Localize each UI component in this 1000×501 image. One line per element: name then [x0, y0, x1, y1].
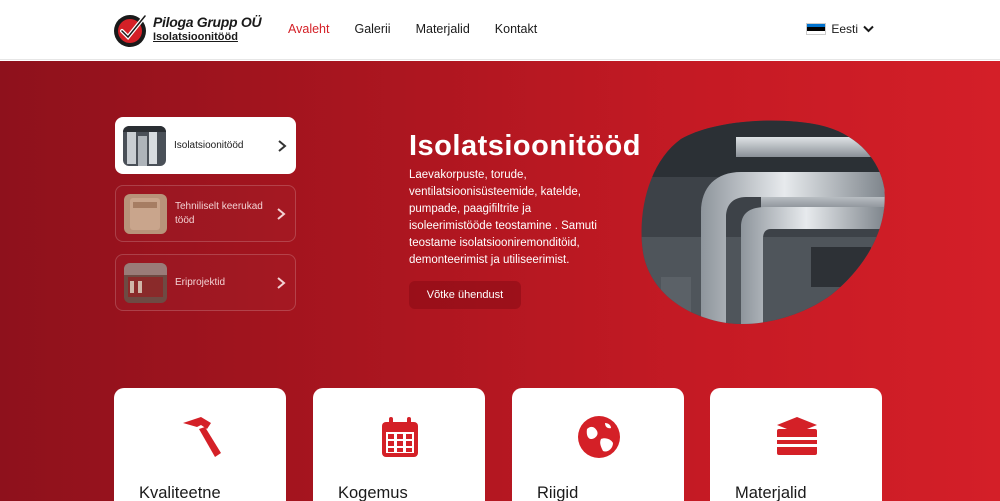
logo[interactable]: Piloga Grupp OÜ Isolatsioonitööd: [112, 12, 262, 50]
chevron-right-icon: [278, 139, 287, 152]
feature-title: Riigid: [537, 484, 579, 501]
main-nav: Avaleht Galerii Materjalid Kontakt: [288, 22, 562, 36]
hero-description: Laevakorpuste, torude, ventilatsioonisüs…: [409, 169, 597, 266]
contact-button[interactable]: Võtke ühendust: [409, 281, 521, 309]
feature-card-kogemus: Kogemus: [313, 388, 485, 501]
estonian-flag-icon: [806, 23, 827, 35]
nav-item-avaleht[interactable]: Avaleht: [288, 22, 329, 36]
logo-title: Piloga Grupp OÜ: [153, 14, 262, 30]
insulated-pipes-image: [641, 120, 885, 324]
service-card-eriprojektid[interactable]: Eriprojektid: [115, 254, 296, 311]
chevron-down-icon: [863, 25, 874, 33]
pipes-thumbnail-icon: [123, 125, 166, 166]
feature-title: Materjalid: [735, 484, 807, 501]
hero-title: Isolatsioonitööd: [409, 130, 641, 162]
service-card-label: Isolatsioonitööd: [174, 139, 244, 151]
feature-card-kvaliteetne: Kvaliteetne: [114, 388, 286, 501]
globe-icon: [578, 416, 620, 458]
chevron-right-icon: [277, 276, 286, 289]
language-selector[interactable]: Eesti: [806, 22, 874, 36]
chevron-right-icon: [277, 207, 286, 220]
nav-item-kontakt[interactable]: Kontakt: [495, 22, 537, 36]
service-card-isolatsioonitood[interactable]: Isolatsioonitööd: [115, 117, 296, 174]
service-card-label: Eriprojektid: [175, 276, 226, 288]
special-projects-thumbnail-icon: [124, 262, 167, 303]
service-card-label: Tehniliselt keerukad tööd: [175, 200, 263, 226]
nav-item-galerii[interactable]: Galerii: [354, 22, 390, 36]
logo-subtitle: Isolatsioonitööd: [153, 31, 238, 43]
calendar-icon: [382, 417, 418, 457]
materials-box-icon: [777, 417, 817, 455]
site-header: Piloga Grupp OÜ Isolatsioonitööd Avaleht…: [0, 0, 1000, 60]
feature-title: Kogemus: [338, 484, 408, 501]
nav-item-materjalid[interactable]: Materjalid: [416, 22, 470, 36]
language-label: Eesti: [831, 22, 858, 36]
feature-title: Kvaliteetne: [139, 484, 221, 501]
feature-card-riigid: Riigid: [512, 388, 684, 501]
feature-card-materjalid: Materjalid: [710, 388, 882, 501]
hammer-icon: [183, 417, 221, 457]
technical-work-thumbnail-icon: [124, 193, 167, 234]
logo-mark-icon: [114, 14, 147, 47]
service-card-tehniliselt[interactable]: Tehniliselt keerukad tööd: [115, 185, 296, 242]
